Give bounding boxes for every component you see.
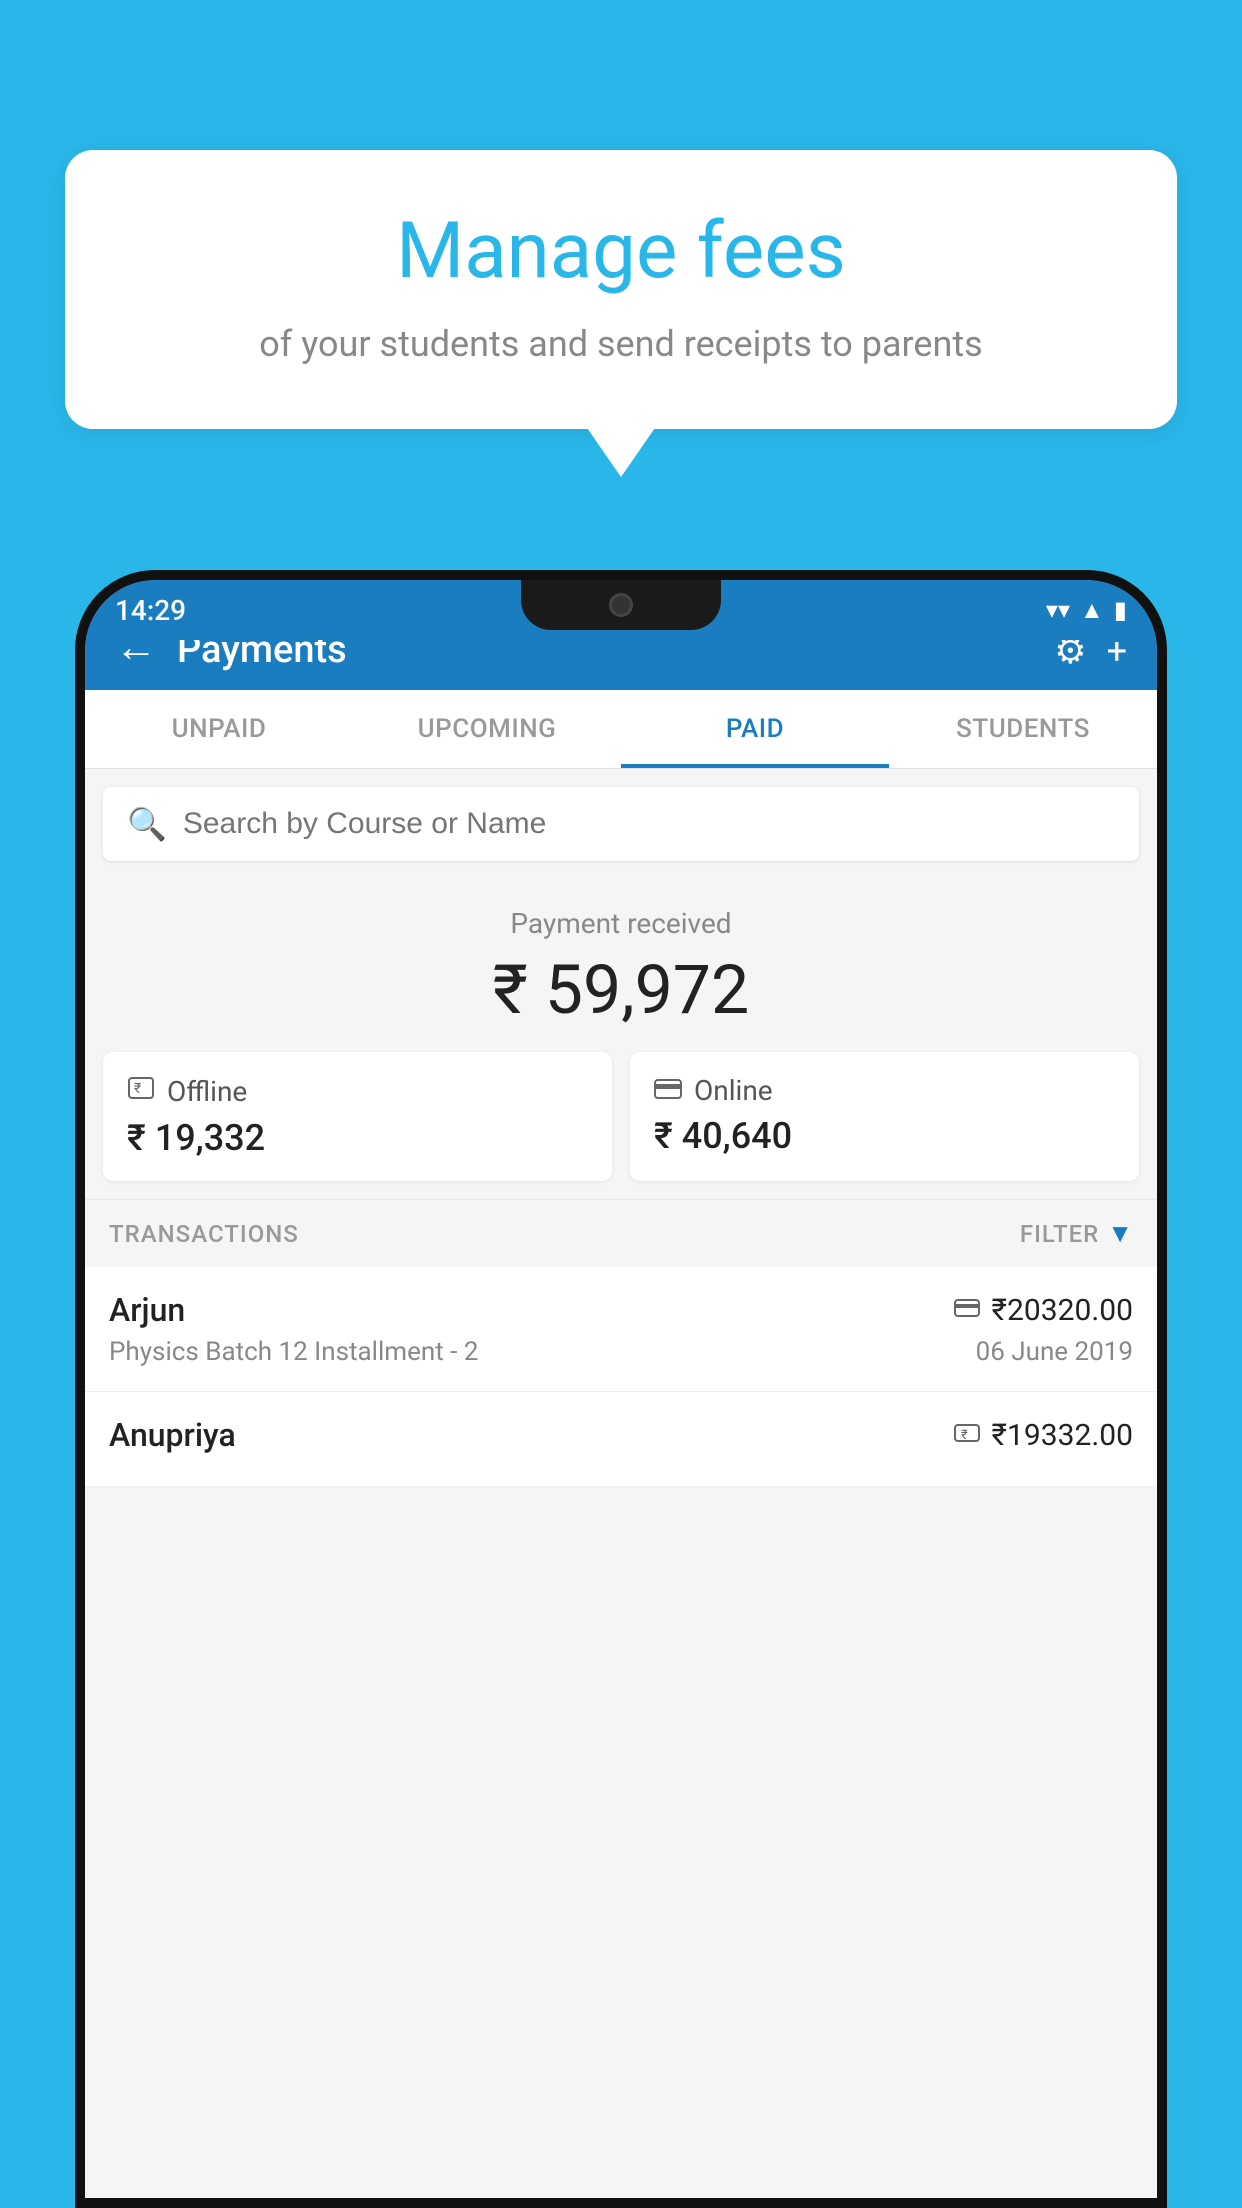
transaction-sub: Physics Batch 12 Installment - 2 06 June… [109, 1337, 1133, 1367]
payment-cards: ₹ Offline ₹ 19,332 Online [85, 1052, 1157, 1199]
tab-paid[interactable]: PAID [621, 690, 889, 768]
filter-icon: ▼ [1107, 1218, 1133, 1249]
tab-upcoming[interactable]: UPCOMING [353, 690, 621, 768]
transaction-name: Arjun [109, 1291, 185, 1329]
svg-text:₹: ₹ [961, 1428, 968, 1443]
signal-icon: ▲ [1080, 596, 1104, 625]
speech-bubble: Manage fees of your students and send re… [65, 150, 1177, 429]
payment-received-section: Payment received ₹ 59,972 [85, 879, 1157, 1052]
svg-text:₹: ₹ [134, 1081, 141, 1097]
transaction-row[interactable]: Anupriya ₹ ₹19332.00 [85, 1392, 1157, 1487]
transaction-main: Anupriya ₹ ₹19332.00 [109, 1416, 1133, 1454]
phone-mockup: 14:29 ▾▾ ▲ ▮ ← Payments ⚙ + UNPAID UPCOM… [75, 570, 1167, 2208]
search-container: 🔍 [103, 787, 1139, 861]
filter-section[interactable]: FILTER ▼ [1020, 1218, 1133, 1249]
tab-students[interactable]: STUDENTS [889, 690, 1157, 768]
online-amount: ₹ 40,640 [654, 1115, 1115, 1157]
tabs: UNPAID UPCOMING PAID STUDENTS [85, 690, 1157, 769]
wifi-icon: ▾▾ [1046, 596, 1070, 624]
transaction-main: Arjun ₹20320.00 [109, 1291, 1133, 1329]
tab-unpaid[interactable]: UNPAID [85, 690, 353, 768]
offline-icon: ₹ [127, 1074, 155, 1109]
phone-notch [521, 580, 721, 630]
search-icon: 🔍 [127, 805, 167, 843]
bubble-title: Manage fees [125, 205, 1117, 299]
online-card: Online ₹ 40,640 [630, 1052, 1139, 1181]
transaction-amount: ₹20320.00 [992, 1293, 1133, 1328]
battery-icon: ▮ [1114, 596, 1127, 624]
offline-label: Offline [167, 1075, 247, 1108]
online-payment-icon [954, 1295, 980, 1325]
transaction-row[interactable]: Arjun ₹20320.00 Physics Batch 12 Install… [85, 1267, 1157, 1392]
filter-label: FILTER [1020, 1220, 1099, 1248]
transactions-label: TRANSACTIONS [109, 1220, 299, 1248]
offline-amount: ₹ 19,332 [127, 1117, 588, 1159]
transaction-date: 06 June 2019 [976, 1337, 1133, 1367]
status-time: 14:29 [115, 594, 186, 627]
online-label: Online [694, 1074, 773, 1107]
payment-received-amount: ₹ 59,972 [85, 950, 1157, 1030]
transaction-amount-section: ₹20320.00 [954, 1293, 1133, 1328]
offline-card: ₹ Offline ₹ 19,332 [103, 1052, 612, 1181]
transaction-amount: ₹19332.00 [992, 1418, 1133, 1453]
camera [609, 593, 633, 617]
bubble-subtitle: of your students and send receipts to pa… [125, 319, 1117, 369]
offline-payment-icon: ₹ [954, 1420, 980, 1450]
app-content: 14:29 ▾▾ ▲ ▮ ← Payments ⚙ + UNPAID UPCOM… [85, 580, 1157, 2198]
payment-received-label: Payment received [85, 907, 1157, 940]
status-icons: ▾▾ ▲ ▮ [1046, 596, 1127, 625]
transaction-amount-section: ₹ ₹19332.00 [954, 1418, 1133, 1453]
online-icon [654, 1074, 682, 1107]
transactions-header: TRANSACTIONS FILTER ▼ [85, 1199, 1157, 1267]
transaction-course: Physics Batch 12 Installment - 2 [109, 1337, 478, 1367]
search-input[interactable] [183, 807, 1115, 841]
transactions-list: Arjun ₹20320.00 Physics Batch 12 Install… [85, 1267, 1157, 1487]
offline-card-header: ₹ Offline [127, 1074, 588, 1109]
online-card-header: Online [654, 1074, 1115, 1107]
transaction-name: Anupriya [109, 1416, 236, 1454]
